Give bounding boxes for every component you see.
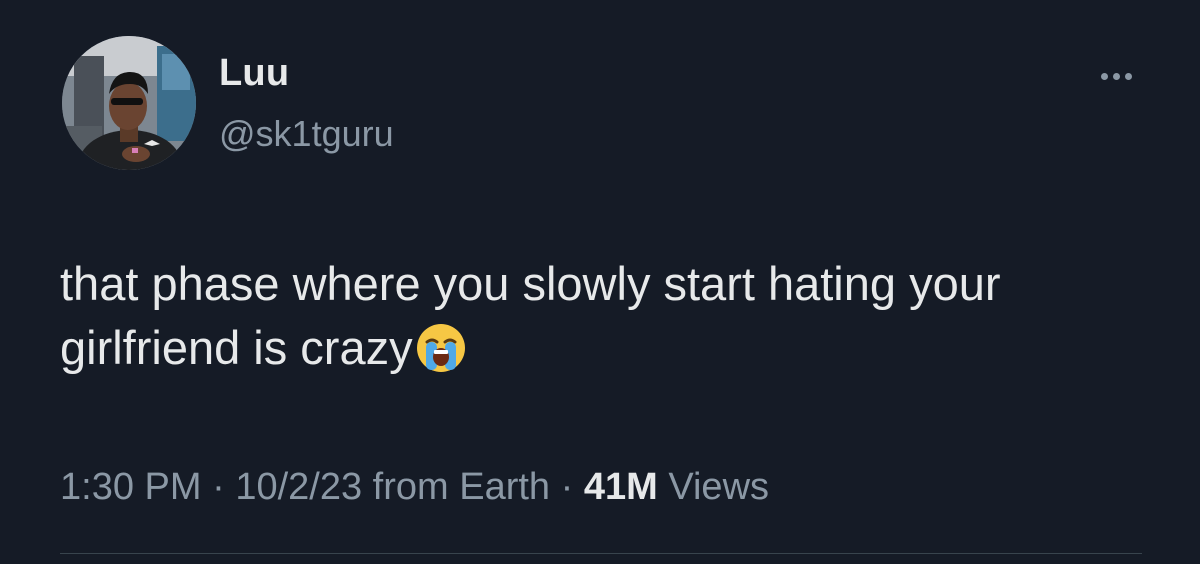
avatar-photo-icon <box>62 36 196 170</box>
tweet-text-content: that phase where you slowly start hating… <box>60 257 1001 374</box>
tweet-card: Luu @sk1tguru that phase where you slowl… <box>0 0 1200 564</box>
more-dot <box>1124 72 1132 80</box>
meta-separator: · <box>212 466 225 508</box>
views-count[interactable]: 41M <box>584 466 658 508</box>
meta-separator: · <box>560 466 574 508</box>
views-label[interactable]: Views <box>668 466 769 508</box>
tweet-meta: 1:30 PM · 10/2/23 from Earth · 41M Views <box>60 466 769 509</box>
tweet-text: that phase where you slowly start hating… <box>60 252 1160 380</box>
tweet-source: from Earth <box>372 466 551 508</box>
more-dot <box>1112 72 1120 80</box>
tweet-time[interactable]: 1:30 PM <box>60 466 202 508</box>
author-display-name[interactable]: Luu <box>219 52 289 95</box>
avatar[interactable] <box>62 36 196 170</box>
loudly-crying-face-icon <box>416 324 465 372</box>
divider <box>60 553 1142 554</box>
more-horizontal-icon <box>1100 72 1108 80</box>
more-options-button[interactable] <box>1088 60 1144 92</box>
tweet-date[interactable]: 10/2/23 <box>235 466 362 508</box>
author-handle[interactable]: @sk1tguru <box>219 113 394 155</box>
